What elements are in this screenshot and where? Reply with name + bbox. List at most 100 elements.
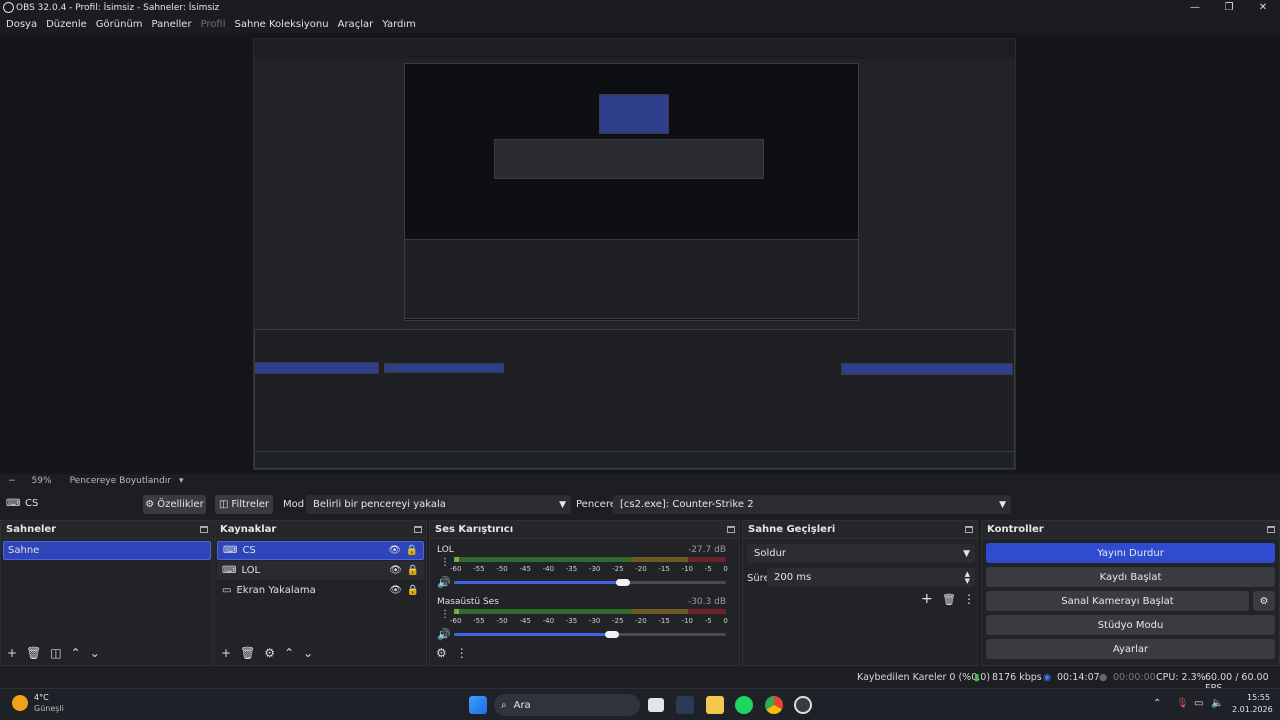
spotify-icon[interactable] xyxy=(735,696,753,714)
stream-time: 00:14:07 xyxy=(1057,672,1100,683)
menu-profil[interactable]: Profil xyxy=(201,19,226,30)
scenes-dock: Sahneler Sahne + 🗑 ◫ ⌃ ⌄ xyxy=(0,520,213,666)
menu-yardim[interactable]: Yardım xyxy=(382,19,416,30)
filter-icon[interactable]: ◫ xyxy=(50,646,61,660)
menu-gorunum[interactable]: Görünüm xyxy=(96,19,143,30)
source-item-lol[interactable]: ⌨ LOL 👁 🔒 xyxy=(217,561,424,580)
trash-icon[interactable]: 🗑 xyxy=(942,593,956,606)
duration-spinbox[interactable]: 200 ms ▲ ▼ xyxy=(767,568,975,587)
eye-icon[interactable]: 👁 xyxy=(389,565,402,576)
undock-icon[interactable] xyxy=(200,526,208,533)
chrome-icon[interactable] xyxy=(765,696,783,714)
filters-button[interactable]: ◫ Filtreler xyxy=(215,495,273,514)
add-icon[interactable]: + xyxy=(7,646,17,660)
start-recording-button[interactable]: Kaydı Başlat xyxy=(986,567,1275,587)
trash-icon[interactable]: 🗑 xyxy=(26,646,41,660)
source-toolbar: ⌨ CS ⚙ Özellikler ◫ Filtreler Mod Belirli … xyxy=(0,490,1280,519)
speaker-icon[interactable]: 🔊 xyxy=(437,628,451,641)
menu-paneller[interactable]: Paneller xyxy=(152,19,192,30)
microphone-icon[interactable]: 🎙 xyxy=(1176,698,1189,709)
steam-icon[interactable] xyxy=(676,696,694,714)
clock-time[interactable]: 15:55 xyxy=(1247,693,1270,702)
search-icon: ⌕ xyxy=(501,699,507,711)
kebab-menu-icon[interactable]: ⋮ xyxy=(440,609,450,620)
kebab-menu-icon[interactable]: ⋮ xyxy=(456,646,468,660)
source-item-cs[interactable]: ⌨ CS 👁 🔒 xyxy=(217,541,424,560)
menu-sahne-koleksiyonu[interactable]: Sahne Koleksiyonu xyxy=(235,19,329,30)
eye-icon[interactable]: 👁 xyxy=(388,545,401,556)
taskbar: 4°C Güneşli ⌕ Ara ⌃ 🎙 ▭ 🔈 15:55 2.01.202… xyxy=(0,688,1280,720)
window-label: Pencere xyxy=(576,499,616,510)
obs-taskbar-icon[interactable] xyxy=(794,696,812,714)
volume-knob[interactable] xyxy=(616,579,630,586)
weather-temp: 4°C xyxy=(34,693,49,702)
lock-icon[interactable]: 🔒 xyxy=(406,545,418,556)
start-virtual-camera-button[interactable]: Sanal Kamerayı Başlat xyxy=(986,591,1249,611)
undock-icon[interactable] xyxy=(727,526,735,533)
transitions-header: Sahne Geçişleri xyxy=(743,521,977,539)
settings-button[interactable]: Ayarlar xyxy=(986,639,1275,659)
undock-icon[interactable] xyxy=(1267,526,1275,533)
arrow-up-icon[interactable]: ⌃ xyxy=(71,646,81,660)
spin-arrows-icon[interactable]: ▲ ▼ xyxy=(965,570,970,585)
mode-select[interactable]: Belirli bir pencereyi yakala ▼ xyxy=(306,495,571,514)
lock-icon[interactable]: 🔒 xyxy=(407,585,419,596)
menu-dosya[interactable]: Dosya xyxy=(6,19,37,30)
add-icon[interactable]: + xyxy=(221,646,231,660)
transition-select[interactable]: Soldur ▼ xyxy=(747,544,975,563)
virtual-camera-settings-icon[interactable]: ⚙ xyxy=(1253,591,1275,611)
mixer-dock: Ses Karıştırıcı LOL -27.7 dB ⋮ -60 -55 -50… xyxy=(429,520,740,666)
menu-bar: Dosya Düzenle Görünüm Paneller Profil Sa… xyxy=(0,15,1280,33)
preview-canvas[interactable] xyxy=(253,38,1016,470)
volume-slider[interactable] xyxy=(454,581,726,584)
window-select[interactable]: [cs2.exe]: Counter-Strike 2 ▼ xyxy=(613,495,1011,514)
arrow-down-icon[interactable]: ⌄ xyxy=(90,646,100,660)
properties-button[interactable]: ⚙ Özellikler xyxy=(143,495,206,514)
clock-date[interactable]: 2.01.2026 xyxy=(1232,705,1273,714)
kebab-menu-icon[interactable]: ⋮ xyxy=(440,557,450,568)
gear-icon[interactable]: ⚙ xyxy=(264,646,275,660)
dropped-frames: Kaybedilen Kareler 0 (%0.0) xyxy=(857,672,991,683)
add-icon[interactable]: + xyxy=(921,591,933,607)
taskbar-search[interactable]: ⌕ Ara xyxy=(494,694,640,716)
volume-meter-level xyxy=(454,557,459,562)
maximize-button[interactable]: ❐ xyxy=(1212,0,1246,15)
chevron-down-icon[interactable]: ▾ xyxy=(179,476,184,486)
speaker-icon[interactable]: 🔊 xyxy=(437,576,451,589)
arrow-down-icon[interactable]: ⌄ xyxy=(303,646,313,660)
kebab-menu-icon[interactable]: ⋮ xyxy=(963,592,975,606)
volume-icon[interactable]: 🔈 xyxy=(1211,698,1223,709)
windows-start-icon[interactable] xyxy=(469,696,487,714)
record-icon: ● xyxy=(1099,672,1108,683)
mixer-header: Ses Karıştırıcı xyxy=(430,521,739,539)
trash-icon[interactable]: 🗑 xyxy=(240,646,255,660)
zoom-out-button[interactable]: − xyxy=(8,476,16,486)
advanced-audio-icon[interactable]: ⚙ xyxy=(436,646,447,660)
scene-item[interactable]: Sahne xyxy=(3,541,211,560)
network-icon[interactable]: ▭ xyxy=(1194,698,1203,709)
minimize-button[interactable]: — xyxy=(1178,0,1212,15)
volume-meter-level xyxy=(454,609,459,614)
undock-icon[interactable] xyxy=(965,526,973,533)
stop-streaming-button[interactable]: Yayını Durdur xyxy=(986,543,1275,563)
eye-icon[interactable]: 👁 xyxy=(389,585,402,596)
arrow-up-icon[interactable]: ⌃ xyxy=(284,646,294,660)
source-item-ekran-yakalama[interactable]: ▭ Ekran Yakalama 👁 🔒 xyxy=(217,581,424,600)
tray-chevron-icon[interactable]: ⌃ xyxy=(1153,698,1161,709)
close-button[interactable]: ✕ xyxy=(1246,0,1280,15)
gamepad-icon: ⌨ xyxy=(222,565,237,576)
menu-duzenle[interactable]: Düzenle xyxy=(46,19,87,30)
undock-icon[interactable] xyxy=(414,526,422,533)
studio-mode-button[interactable]: Stüdyo Modu xyxy=(986,615,1275,635)
status-bar: Kaybedilen Kareler 0 (%0.0) ▮ 8176 kbps … xyxy=(0,667,1280,694)
volume-knob[interactable] xyxy=(605,631,619,638)
sun-icon[interactable] xyxy=(12,695,28,711)
chevron-down-icon: ▼ xyxy=(559,499,566,510)
file-explorer-icon[interactable] xyxy=(706,696,724,714)
volume-slider[interactable] xyxy=(454,633,726,636)
volume-meter-bg xyxy=(454,557,726,562)
lock-icon[interactable]: 🔒 xyxy=(407,565,419,576)
task-view-icon[interactable] xyxy=(648,698,664,712)
menu-araclar[interactable]: Araçlar xyxy=(338,19,374,30)
zoom-fit-dropdown[interactable]: Pencereye Boyutlandır xyxy=(70,476,171,486)
